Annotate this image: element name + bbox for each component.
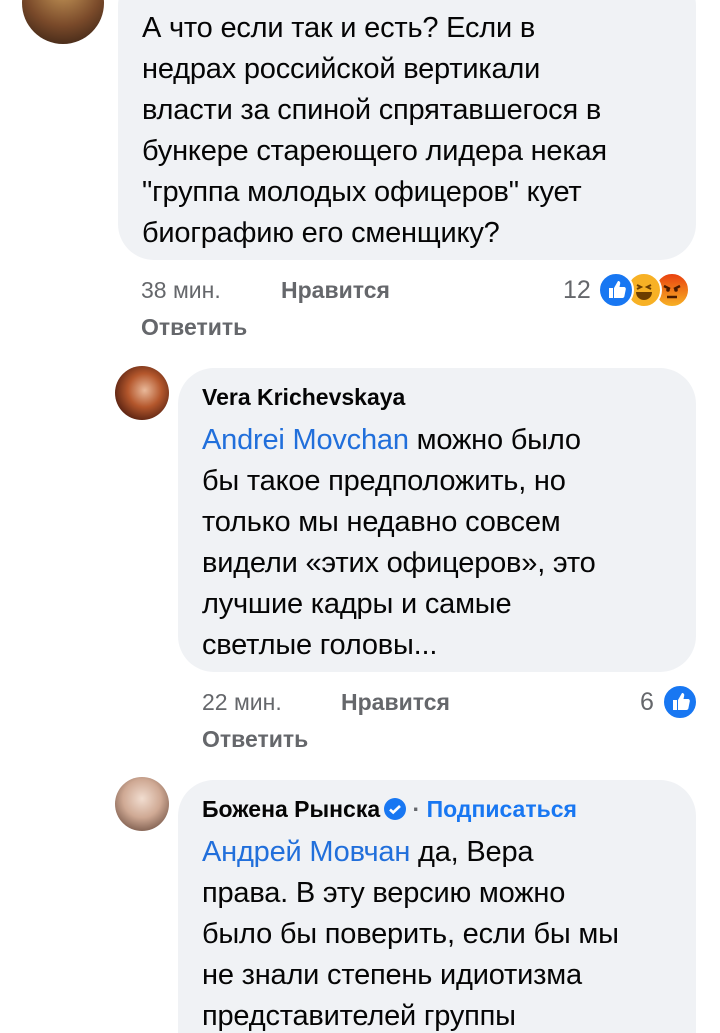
comment-1-reaction-count[interactable]: 12 xyxy=(563,275,591,305)
vera-krichevskaya-avatar[interactable] xyxy=(115,366,169,420)
comment-3-header: Божена Рынска · Подписаться xyxy=(202,794,696,824)
comment-3-bubble: Божена Рынска · Подписаться Андрей Мовча… xyxy=(178,780,696,1033)
subscribe-button[interactable]: Подписаться xyxy=(427,796,577,822)
comment-3-mention[interactable]: Андрей Мовчан xyxy=(202,836,410,868)
comment-2-reaction-count[interactable]: 6 xyxy=(640,687,654,717)
comment-2-author[interactable]: Vera Krichevskaya xyxy=(202,382,696,412)
verified-badge-icon xyxy=(384,798,407,820)
comment-2-time[interactable]: 22 мин. xyxy=(202,687,282,717)
comment-thread: А что если так и есть? Если в недрах рос… xyxy=(0,0,720,1033)
separator-dot: · xyxy=(412,796,421,822)
comment-2-reply-button[interactable]: Ответить xyxy=(202,724,308,754)
comment-2-bubble: Vera Krichevskaya Andrei Movchan можно б… xyxy=(178,368,696,672)
like-icon xyxy=(662,684,698,720)
comment-3-author[interactable]: Божена Рынска xyxy=(202,796,380,822)
comment-2-like-button[interactable]: Нравится xyxy=(341,687,450,717)
comment-1-text: А что если так и есть? Если в недрах рос… xyxy=(142,12,607,249)
comment-3-body: Андрей Мовчан да, Вера права. В эту верс… xyxy=(202,832,696,1033)
like-icon xyxy=(598,272,634,308)
comment-1-reply-button[interactable]: Ответить xyxy=(141,312,247,342)
comment-2-text: можно было бы такое предположить, но тол… xyxy=(202,424,596,661)
comment-1-time[interactable]: 38 мин. xyxy=(141,275,221,305)
comment-2-body: Andrei Movchan можно было бы такое предп… xyxy=(202,420,696,666)
comment-1-avatar[interactable] xyxy=(22,0,104,44)
bozhena-rynska-avatar[interactable] xyxy=(115,777,169,831)
comment-1-bubble: А что если так и есть? Если в недрах рос… xyxy=(118,0,696,260)
comment-1-like-button[interactable]: Нравится xyxy=(281,275,390,305)
comment-2-mention[interactable]: Andrei Movchan xyxy=(202,424,409,456)
